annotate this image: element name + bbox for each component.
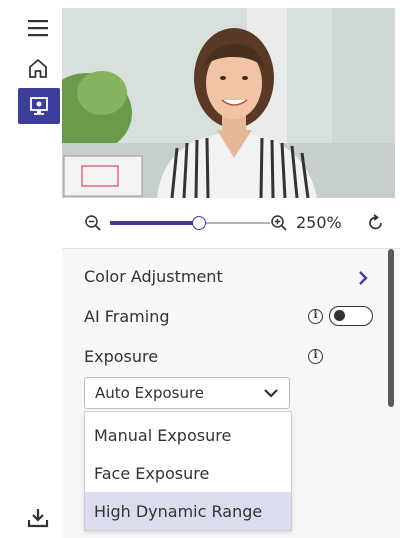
color-adjustment-label: Color Adjustment xyxy=(84,267,223,286)
camera-feed-image xyxy=(62,8,395,198)
camera-view-button[interactable] xyxy=(18,88,60,124)
zoom-bar: 250% xyxy=(62,198,400,249)
home-icon xyxy=(29,59,47,78)
ai-framing-info-icon[interactable]: i xyxy=(308,309,323,324)
download-icon xyxy=(27,509,49,528)
home-button[interactable] xyxy=(18,50,58,86)
settings-panel: Color Adjustment AI Framing i Exposure i… xyxy=(62,249,400,538)
scrollbar[interactable] xyxy=(388,249,394,407)
option-manual-exposure[interactable]: Manual Exposure xyxy=(85,416,291,454)
exposure-dropdown: Manual Exposure Face Exposure High Dynam… xyxy=(84,411,292,531)
camera-view-icon xyxy=(30,97,48,115)
exposure-select-value: Auto Exposure xyxy=(95,384,205,402)
zoom-slider-thumb[interactable] xyxy=(192,216,206,230)
zoom-value: 250% xyxy=(296,213,342,232)
zoom-slider-fill xyxy=(110,221,198,225)
ai-framing-label: AI Framing xyxy=(84,307,170,326)
zoom-out-icon[interactable] xyxy=(84,214,102,232)
chevron-right-icon xyxy=(359,271,368,285)
option-high-dynamic-range[interactable]: High Dynamic Range xyxy=(85,492,291,530)
color-adjustment-row[interactable]: Color Adjustment xyxy=(62,259,382,295)
reset-zoom-icon[interactable] xyxy=(367,214,385,232)
sidebar xyxy=(0,0,62,538)
zoom-in-icon[interactable] xyxy=(270,214,288,232)
ai-framing-toggle[interactable] xyxy=(329,306,373,326)
menu-button[interactable] xyxy=(18,10,58,46)
toggle-knob xyxy=(334,310,345,321)
menu-icon xyxy=(28,20,48,37)
exposure-info-icon[interactable]: i xyxy=(308,349,323,364)
camera-preview xyxy=(62,8,395,198)
option-face-exposure[interactable]: Face Exposure xyxy=(85,454,291,492)
exposure-select[interactable]: Auto Exposure xyxy=(84,377,290,409)
chevron-down-icon xyxy=(264,389,278,398)
zoom-slider[interactable] xyxy=(110,216,270,230)
exposure-label: Exposure xyxy=(84,347,159,366)
download-button[interactable] xyxy=(18,500,58,536)
